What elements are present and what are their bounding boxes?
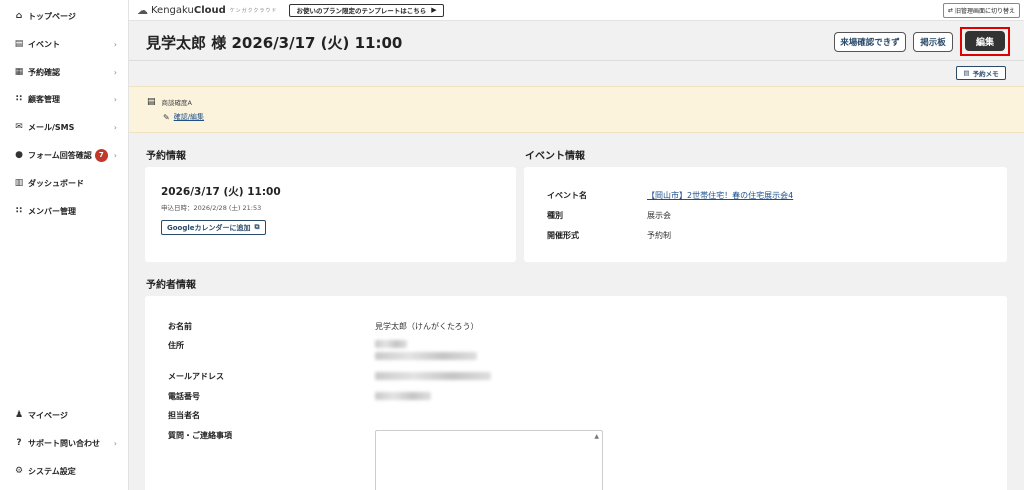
staff-label: 担当者名 bbox=[168, 411, 200, 420]
redacted-phone bbox=[375, 392, 431, 400]
add-to-google-calendar-button[interactable]: Googleカレンダーに追加 ⧉ bbox=[161, 220, 266, 235]
question-label: 質問・ご連絡事項 bbox=[168, 431, 232, 440]
page-title: 見学太郎 様 2026/3/17 (火) 11:00 bbox=[146, 34, 403, 52]
phone-label: 電話番号 bbox=[168, 392, 200, 401]
chevron-right-icon: › bbox=[113, 94, 117, 104]
booker-card: お名前 見学太郎（けんがくたろう） 住所 メールアドレス 電話番号 担当者名 質… bbox=[145, 296, 1007, 490]
notification-badge: 7 bbox=[94, 148, 108, 162]
booker-section-title: 予約者情報 bbox=[146, 280, 196, 291]
name-label: お名前 bbox=[168, 322, 192, 331]
reservation-memo-button[interactable]: ▤ 予約メモ bbox=[956, 66, 1006, 80]
question-textarea[interactable]: ▲ bbox=[375, 430, 603, 490]
redacted-postal-code bbox=[375, 340, 407, 348]
event-name-link[interactable]: 【岡山市】2世帯住宅！春の住宅展示会4 bbox=[647, 191, 793, 200]
mail-icon: ✉ bbox=[15, 122, 23, 132]
sidebar: ⌂ トップページ ▤ イベント › ▦ 予約確認 › ∷ 顧客管理 › ✉ メール/SMS › ● フォーム回… bbox=[0, 0, 129, 490]
app-logo[interactable]: ☁ Kengaku Cloud ケンガククラウド bbox=[137, 4, 277, 17]
reservation-card: 2026/3/17 (火) 11:00 申込日時：2026/2/28 (土) 2… bbox=[145, 167, 516, 262]
chevron-right-icon: › bbox=[113, 67, 117, 77]
chevron-right-icon: › bbox=[113, 122, 117, 132]
template-button-label: お使いのプラン限定のテンプレートはこちら bbox=[296, 7, 427, 15]
deal-status: ▤ 商談確度A bbox=[147, 97, 192, 107]
board-button[interactable]: 掲示板 bbox=[913, 32, 953, 52]
sidebar-item-label: トップページ bbox=[28, 11, 76, 21]
top-bar: ☁ Kengaku Cloud ケンガククラウド お使いのプラン限定のテンプレート… bbox=[129, 0, 1024, 21]
sidebar-item-calendar[interactable]: ▦ 予約確認 › bbox=[0, 62, 129, 82]
sidebar-item-label: サポート問い合わせ bbox=[28, 438, 100, 448]
sidebar-item-label: イベント bbox=[28, 39, 60, 49]
switch-button-label: 旧管理画面に切り替え bbox=[954, 8, 1015, 15]
redacted-email bbox=[375, 372, 491, 380]
cursor-icon: ▶ bbox=[431, 6, 437, 14]
chevron-right-icon: › bbox=[113, 438, 117, 448]
help-icon: ? bbox=[16, 438, 22, 448]
email-label: メールアドレス bbox=[168, 372, 224, 381]
grid-icon: ∷ bbox=[15, 206, 23, 216]
home-icon: ⌂ bbox=[15, 11, 23, 21]
sidebar-item-mail[interactable]: ✉ メール/SMS › bbox=[0, 117, 129, 137]
switch-icon: ⇄ bbox=[947, 7, 953, 14]
sidebar-item-grid[interactable]: ∷ メンバー管理 bbox=[0, 201, 129, 221]
person-icon: ♟ bbox=[14, 410, 24, 420]
document-icon: ▤ bbox=[14, 39, 24, 49]
reservation-section-title: 予約情報 bbox=[146, 151, 186, 162]
event-format-value: 予約制 bbox=[647, 231, 671, 240]
sidebar-item-label: システム設定 bbox=[28, 466, 76, 476]
sidebar-item-label: メール/SMS bbox=[28, 122, 75, 132]
event-format-label: 開催形式 bbox=[547, 231, 579, 240]
sidebar-item-chat[interactable]: ● フォーム回答確認 7 › bbox=[0, 145, 129, 165]
name-value: 見学太郎（けんがくたろう） bbox=[375, 322, 479, 331]
confirm-edit-label: 確認/編集 bbox=[173, 113, 205, 121]
logo-prefix: Kengaku bbox=[151, 4, 194, 16]
logo-brand: Cloud bbox=[193, 4, 226, 16]
sidebar-item-label: マイページ bbox=[28, 410, 68, 420]
sidebar-item-home[interactable]: ⌂ トップページ bbox=[0, 6, 129, 26]
chat-icon: ● bbox=[15, 150, 23, 160]
event-type-label: 種別 bbox=[547, 211, 563, 220]
event-section-title: イベント情報 bbox=[525, 151, 585, 162]
chevron-right-icon: › bbox=[113, 150, 117, 160]
chart-icon: ▥ bbox=[14, 178, 24, 188]
pencil-icon: ✎ bbox=[163, 112, 170, 122]
sidebar-item-label: 顧客管理 bbox=[28, 94, 60, 104]
confirm-edit-link[interactable]: ✎ 確認/編集 bbox=[163, 112, 204, 122]
sidebar-item-document[interactable]: ▤ イベント › bbox=[0, 34, 129, 54]
memo-button-label: 予約メモ bbox=[972, 70, 999, 78]
sidebar-item-label: 予約確認 bbox=[28, 67, 60, 77]
chevron-right-icon: › bbox=[113, 39, 117, 49]
sidebar-item-label: フォーム回答確認 bbox=[28, 150, 92, 160]
sidebar-item-help[interactable]: ? サポート問い合わせ › bbox=[0, 433, 129, 453]
sidebar-item-label: メンバー管理 bbox=[28, 206, 76, 216]
address-label: 住所 bbox=[168, 341, 184, 350]
gcal-button-label: Googleカレンダーに追加 bbox=[167, 223, 251, 232]
sidebar-item-users[interactable]: ∷ 顧客管理 › bbox=[0, 89, 129, 109]
memo-icon: ▤ bbox=[963, 69, 970, 77]
event-name-label: イベント名 bbox=[547, 191, 587, 200]
arrival-not-confirmed-button[interactable]: 来場確認できず bbox=[834, 32, 906, 52]
sidebar-item-gear[interactable]: ⚙ システム設定 bbox=[0, 461, 129, 481]
event-type-value: 展示会 bbox=[647, 211, 671, 220]
calendar-icon: ▦ bbox=[14, 67, 24, 77]
application-datetime: 申込日時：2026/2/28 (土) 21:53 bbox=[161, 204, 262, 212]
reservation-datetime: 2026/3/17 (火) 11:00 bbox=[161, 186, 281, 198]
document-icon: ▤ bbox=[147, 97, 156, 107]
scroll-up-icon[interactable]: ▲ bbox=[594, 433, 599, 440]
users-icon: ∷ bbox=[15, 94, 23, 104]
deal-status-banner: ▤ 商談確度A ✎ 確認/編集 bbox=[129, 86, 1024, 133]
deal-status-label: 商談確度A bbox=[161, 99, 192, 107]
cloud-icon: ☁ bbox=[137, 3, 148, 17]
sidebar-item-chart[interactable]: ▥ ダッシュボード bbox=[0, 173, 129, 193]
edit-button[interactable]: 編集 bbox=[965, 31, 1005, 51]
switch-legacy-admin-button[interactable]: ⇄ 旧管理画面に切り替え bbox=[942, 3, 1020, 18]
external-link-icon: ⧉ bbox=[254, 223, 260, 231]
event-card: イベント名 【岡山市】2世帯住宅！春の住宅展示会4 種別 展示会 開催形式 予約… bbox=[524, 167, 1007, 262]
page-header: 見学太郎 様 2026/3/17 (火) 11:00 来場確認できず 掲示板 bbox=[129, 21, 1024, 61]
gear-icon: ⚙ bbox=[14, 466, 24, 476]
template-button[interactable]: お使いのプラン限定のテンプレートはこちら ▶ bbox=[289, 3, 444, 17]
redacted-address bbox=[375, 352, 477, 360]
logo-subtitle: ケンガククラウド bbox=[229, 7, 278, 14]
sidebar-item-label: ダッシュボード bbox=[28, 178, 84, 188]
sidebar-item-person[interactable]: ♟ マイページ bbox=[0, 405, 129, 425]
